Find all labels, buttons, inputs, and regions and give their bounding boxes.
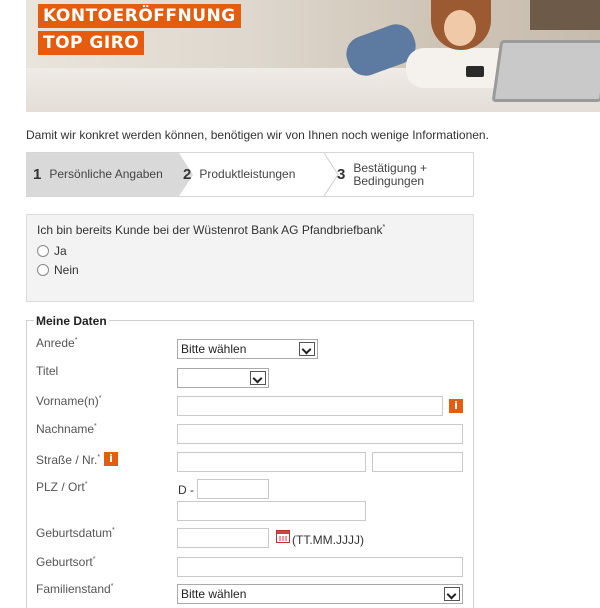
bookshelf [530,0,600,30]
geburtsort-input[interactable] [177,557,463,577]
existing-customer-box: Ich bin bereits Kunde bei der Wüstenrot … [26,214,474,302]
banner-title-line1: KONTOERÖFFNUNG [38,4,241,28]
vorname-label: Vorname(n)* [36,394,102,408]
titel-label: Titel [36,364,59,378]
step-number: 2 [183,166,192,183]
strasse-label: Straße / Nr.* [36,453,101,467]
anrede-select[interactable]: Bitte wählen [177,339,318,359]
ort-input[interactable] [177,501,366,521]
step-personal-data[interactable]: 1 Persönliche Angaben [27,153,179,196]
step-number: 1 [33,166,42,183]
radio-label: Nein [54,262,79,277]
progress-steps: 1 Persönliche Angaben 2 Produktleistunge… [26,152,474,197]
plz-input[interactable] [197,479,269,499]
geburtsort-label: Geburtsort* [36,555,96,569]
house-number-input[interactable] [372,452,463,472]
plz-ort-label: PLZ / Ort* [36,480,88,494]
familienstand-label: Familienstand* [36,582,114,596]
titel-select[interactable] [177,368,269,388]
info-icon[interactable]: i [449,399,463,413]
calendar-icon[interactable] [276,530,290,543]
step-label: Produktleistungen [199,167,296,181]
banner-credit-card [466,66,484,77]
chevron-down-icon[interactable] [299,342,315,356]
geburtsdatum-label: Geburtsdatum* [36,526,115,540]
radio-option-nein[interactable]: Nein [37,260,463,279]
familienstand-select[interactable]: Bitte wählen [177,584,463,604]
step-label: Persönliche Angaben [49,167,163,181]
street-input[interactable] [177,452,366,472]
nachname-input[interactable] [177,424,463,444]
step-product-services[interactable]: 2 Produktleistungen [183,153,295,196]
radio-button[interactable] [37,263,49,276]
step-label: Bestätigung + Bedingungen [353,160,428,188]
nachname-label: Nachname* [36,422,97,436]
step-number: 3 [337,166,346,183]
date-format-hint: (TT.MM.JJJJ) [292,533,364,547]
country-prefix: D - [178,483,194,497]
existing-customer-question: Ich bin bereits Kunde bei der Wüstenrot … [37,223,386,237]
radio-button[interactable] [37,244,49,257]
vorname-input[interactable] [177,396,443,416]
banner-figure-face [444,10,476,46]
step-confirmation[interactable]: 3 Bestätigung + Bedingungen [337,153,427,196]
banner-laptop [491,40,600,102]
info-icon[interactable]: i [104,452,118,466]
chevron-down-icon[interactable] [444,587,460,601]
geburtsdatum-input[interactable] [177,528,269,548]
intro-text: Damit wir konkret werden können, benötig… [26,128,489,142]
radio-option-ja[interactable]: Ja [37,241,463,260]
radio-label: Ja [54,243,67,258]
banner-title-line2: TOP GIRO [38,31,145,55]
chevron-down-icon[interactable] [250,371,266,385]
anrede-label: Anrede* [36,336,78,350]
fieldset-legend: Meine Daten [34,314,109,328]
